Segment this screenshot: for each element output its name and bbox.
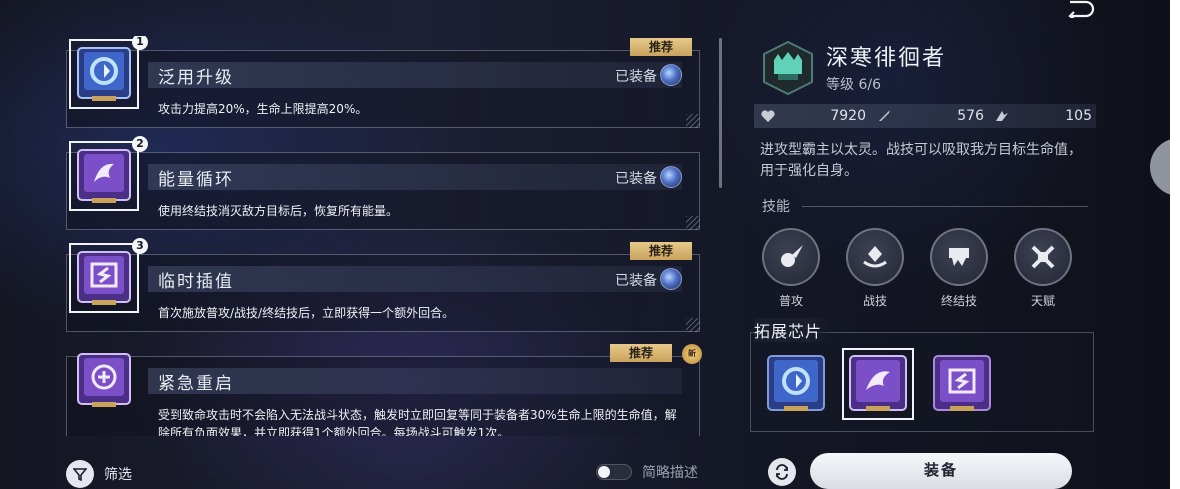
chip-description: 攻击力提高20%，生命上限提高20%。 — [158, 102, 368, 116]
toggle-switch[interactable] — [596, 464, 632, 480]
chip-card-2[interactable]: 2 能量循环 已装备 使用终结技消灭敌方目标后，恢复所有能量。 — [62, 136, 702, 232]
character-panel: 深寒徘徊者 等级 6/6 7920 576 105 进攻型霸主以太灵。战技可以吸… — [748, 0, 1100, 489]
character-emblem-icon — [763, 40, 813, 96]
crossed-swords-icon — [1014, 228, 1072, 286]
extension-chips-title: 拓展芯片 — [754, 318, 833, 342]
brief-description-toggle[interactable]: 简略描述 — [596, 462, 698, 482]
chip-list: 推荐 1 泛用升级 已装备 攻击力提高20%，生命上限提高20%。 2 能量循环… — [62, 36, 712, 436]
heart-icon — [761, 110, 775, 122]
bottom-bar-right: 装备 — [760, 448, 1100, 489]
extension-slot-1[interactable] — [762, 350, 830, 418]
chip-name: 紧急重启 — [158, 374, 234, 394]
divider — [802, 205, 1088, 207]
skill-label: 终结技 — [940, 294, 977, 308]
skill-label: 普攻 — [778, 294, 803, 308]
chip-card-1[interactable]: 推荐 1 泛用升级 已装备 攻击力提高20%，生命上限提高20%。 — [62, 36, 702, 130]
chip-icon-purple — [69, 243, 139, 313]
new-badge: 新 — [682, 344, 702, 364]
stats-bar: 7920 576 105 — [754, 104, 1096, 128]
sword-icon — [879, 110, 890, 121]
chip-number: 1 — [132, 36, 148, 50]
skills-row: 普攻 战技 终结技 天赋 — [758, 228, 1088, 312]
extension-slot-2[interactable] — [842, 348, 914, 420]
skill-talent[interactable]: 天赋 — [1010, 228, 1076, 309]
scrollbar[interactable] — [719, 38, 722, 188]
chip-name: 能量循环 — [158, 170, 234, 190]
corner-decoration — [686, 216, 700, 230]
equipped-status: 已装备 — [615, 171, 657, 187]
character-name: 深寒徘徊者 — [826, 46, 947, 71]
burst-icon — [930, 228, 988, 286]
skill-label: 战技 — [862, 294, 887, 308]
chip-description: 首次施放普攻/战技/终结技后，立即获得一个额外回合。 — [158, 306, 455, 320]
character-avatar-icon — [660, 64, 682, 86]
recommended-badge: 推荐 — [630, 38, 692, 56]
chip-name: 临时插值 — [158, 272, 234, 292]
equipped-status: 已装备 — [615, 69, 657, 85]
speed-value: 105 — [1065, 108, 1092, 124]
comet-icon — [762, 228, 820, 286]
character-avatar-icon — [660, 268, 682, 290]
skills-title: 技能 — [762, 199, 790, 215]
chip-number: 3 — [132, 238, 148, 254]
chip-card-4[interactable]: 推荐 新 紧急重启 受到致命攻击时不会陷入无法战斗状态，触发时立即回复等同于装备… — [62, 342, 702, 436]
recommended-badge: 推荐 — [610, 344, 672, 362]
attack-value: 576 — [957, 108, 984, 124]
skills-header: 技能 — [762, 196, 1088, 216]
speed-icon — [996, 111, 1008, 121]
recommended-badge: 推荐 — [630, 242, 692, 260]
swap-button[interactable] — [768, 458, 796, 486]
chip-description: 使用终结技消灭敌方目标后，恢复所有能量。 — [158, 204, 399, 218]
equip-button[interactable]: 装备 — [810, 453, 1072, 489]
chip-icon-purple — [69, 141, 139, 211]
chip-card-3[interactable]: 推荐 3 临时插值 已装备 首次施放普攻/战技/终结技后，立即获得一个额外回合。 — [62, 238, 702, 334]
filter-button[interactable]: 筛选 — [66, 460, 132, 488]
screen-edge — [1170, 0, 1180, 489]
hp-value: 7920 — [830, 108, 866, 124]
character-avatar-icon — [660, 166, 682, 188]
toggle-knob — [598, 466, 610, 478]
character-level: 等级 6/6 — [826, 77, 881, 93]
filter-icon — [66, 460, 94, 488]
shield-icon — [846, 228, 904, 286]
skill-label: 天赋 — [1030, 294, 1055, 308]
chip-name: 泛用升级 — [158, 68, 234, 88]
brief-description-label: 简略描述 — [642, 465, 698, 481]
corner-decoration — [686, 318, 700, 332]
skill-ultimate[interactable]: 终结技 — [926, 228, 992, 309]
chip-description: 受到致命攻击时不会陷入无法战斗状态，触发时立即回复等同于装备者30%生命上限的生… — [158, 408, 677, 436]
equipped-status: 已装备 — [615, 273, 657, 289]
character-description: 进攻型霸主以太灵。战技可以吸取我方目标生命值，用于强化自身。 — [760, 142, 1082, 179]
skill-battle[interactable]: 战技 — [842, 228, 908, 309]
filter-label: 筛选 — [104, 467, 132, 483]
extension-slot-3[interactable] — [928, 350, 996, 418]
chip-number: 2 — [132, 136, 148, 152]
skill-basic-attack[interactable]: 普攻 — [758, 228, 824, 309]
chip-icon-blue — [69, 39, 139, 109]
swap-icon — [776, 464, 788, 480]
bottom-bar-left: 筛选 简略描述 — [0, 448, 730, 489]
corner-decoration — [686, 114, 700, 128]
chip-icon-purple — [77, 353, 131, 407]
